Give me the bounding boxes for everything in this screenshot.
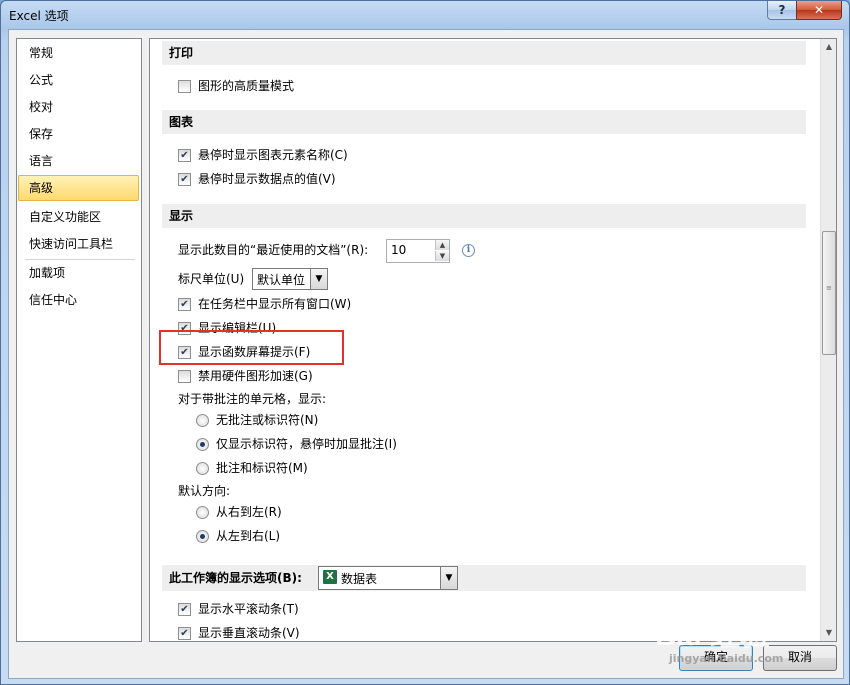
options-dialog: Excel 选项 ? ✕ 常规 公式 校对 保存 语言 高级 自定义功能区 快速… xyxy=(0,0,850,685)
section-header-workbook: 此工作簿的显示选项(B): xyxy=(162,565,806,591)
option-label: 批注和标识符(M) xyxy=(216,461,308,475)
dropdown-value: 默认单位 xyxy=(257,273,306,287)
sidebar-item-formulas[interactable]: 公式 xyxy=(17,68,141,92)
options-content[interactable]: 打印 图形的高质量模式 图表 ✔ 悬停时显示图表元素名称(C) ✔ 悬停时显示数… xyxy=(149,38,837,642)
sidebar-item-label: 信任中心 xyxy=(29,293,78,307)
radio-button[interactable] xyxy=(196,462,209,475)
sidebar-item-label: 保存 xyxy=(29,127,54,141)
help-button[interactable]: ? xyxy=(767,1,797,20)
option-label: 悬停时显示数据点的值(V) xyxy=(198,172,336,186)
watermark-brand: Bai 经验 xyxy=(655,619,771,652)
sidebar-item-general[interactable]: 常规 xyxy=(17,41,141,65)
comments-display-label: 对于带批注的单元格，显示: xyxy=(178,392,327,406)
sidebar-item-label: 常规 xyxy=(29,46,54,60)
spinner-down-icon[interactable]: ▼ xyxy=(435,251,449,261)
recent-documents-label: 显示此数目的“最近使用的文档”(R): xyxy=(178,243,369,257)
sidebar-item-label: 公式 xyxy=(29,73,54,87)
radio-button[interactable] xyxy=(196,438,209,451)
workbook-dropdown[interactable]: X 数据表 ▼ xyxy=(318,566,458,590)
sidebar-item-label: 高级 xyxy=(29,181,54,195)
sidebar-item-language[interactable]: 语言 xyxy=(17,149,141,173)
sidebar-item-label: 语言 xyxy=(29,154,54,168)
checkbox[interactable] xyxy=(178,370,191,383)
window-title: Excel 选项 xyxy=(9,9,69,23)
ruler-units-label: 标尺单位(U) xyxy=(178,272,245,286)
radio-button[interactable] xyxy=(196,414,209,427)
radio-button[interactable] xyxy=(196,506,209,519)
title-bar[interactable]: Excel 选项 ? ✕ xyxy=(1,1,849,29)
annotation-highlight-box xyxy=(159,330,344,365)
recent-documents-spinner[interactable]: 10 ▲ ▼ xyxy=(386,239,450,263)
sidebar-item-advanced[interactable]: 高级 xyxy=(18,175,139,201)
checkbox[interactable]: ✔ xyxy=(178,173,191,186)
section-header-display: 显示 xyxy=(162,204,806,228)
vertical-scrollbar[interactable]: ▲ ≡ ▼ xyxy=(820,39,836,641)
scroll-up-icon[interactable]: ▲ xyxy=(821,39,836,55)
checkbox[interactable]: ✔ xyxy=(178,627,191,640)
checkbox[interactable]: ✔ xyxy=(178,298,191,311)
option-label: 仅显示标识符，悬停时加显批注(I) xyxy=(216,437,397,451)
option-label: 从右到左(R) xyxy=(216,505,282,519)
ruler-units-dropdown[interactable]: 默认单位 ▼ xyxy=(252,268,328,290)
scroll-down-icon[interactable]: ▼ xyxy=(821,625,836,641)
sidebar-divider xyxy=(25,259,135,260)
option-label: 显示垂直滚动条(V) xyxy=(198,626,300,640)
section-header-chart: 图表 xyxy=(162,110,806,134)
excel-icon: X xyxy=(323,570,337,584)
radio-button[interactable] xyxy=(196,530,209,543)
option-label: 悬停时显示图表元素名称(C) xyxy=(198,148,348,162)
sidebar-item-proofing[interactable]: 校对 xyxy=(17,95,141,119)
section-header-print: 打印 xyxy=(162,41,806,65)
close-button[interactable]: ✕ xyxy=(796,1,842,20)
option-label: 禁用硬件图形加速(G) xyxy=(198,369,313,383)
category-list: 常规 公式 校对 保存 语言 高级 自定义功能区 快速访问工具栏 加载项 信任中… xyxy=(16,38,142,642)
sidebar-item-label: 快速访问工具栏 xyxy=(29,237,114,251)
sidebar-item-add-ins[interactable]: 加载项 xyxy=(17,261,141,285)
chevron-down-icon[interactable]: ▼ xyxy=(310,269,327,289)
sidebar-item-customize-ribbon[interactable]: 自定义功能区 xyxy=(17,205,141,229)
sidebar-item-trust-center[interactable]: 信任中心 xyxy=(17,288,141,312)
watermark-url: jingyan.baidu.com xyxy=(669,652,784,665)
dialog-body: 常规 公式 校对 保存 语言 高级 自定义功能区 快速访问工具栏 加载项 信任中… xyxy=(8,29,844,679)
option-label: 图形的高质量模式 xyxy=(198,79,295,93)
checkbox[interactable]: ✔ xyxy=(178,149,191,162)
default-direction-label: 默认方向: xyxy=(178,484,231,498)
scrollbar-thumb[interactable]: ≡ xyxy=(822,231,836,355)
chevron-down-icon[interactable]: ▼ xyxy=(440,567,457,589)
spinner-up-icon[interactable]: ▲ xyxy=(435,240,449,250)
option-label: 从左到右(L) xyxy=(216,529,281,543)
spinner-value: 10 xyxy=(391,243,407,257)
checkbox[interactable] xyxy=(178,80,191,93)
checkbox[interactable]: ✔ xyxy=(178,603,191,616)
option-label: 无批注或标识符(N) xyxy=(216,413,319,427)
sidebar-item-label: 校对 xyxy=(29,100,54,114)
grip-icon: ≡ xyxy=(826,284,832,292)
dropdown-value: 数据表 xyxy=(341,572,378,586)
sidebar-item-quick-access-toolbar[interactable]: 快速访问工具栏 xyxy=(17,232,141,256)
sidebar-item-label: 加载项 xyxy=(29,266,66,280)
option-label: 显示水平滚动条(T) xyxy=(198,602,299,616)
info-icon[interactable]: i xyxy=(462,244,475,257)
sidebar-item-label: 自定义功能区 xyxy=(29,210,102,224)
sidebar-item-save[interactable]: 保存 xyxy=(17,122,141,146)
option-label: 在任务栏中显示所有窗口(W) xyxy=(198,297,352,311)
